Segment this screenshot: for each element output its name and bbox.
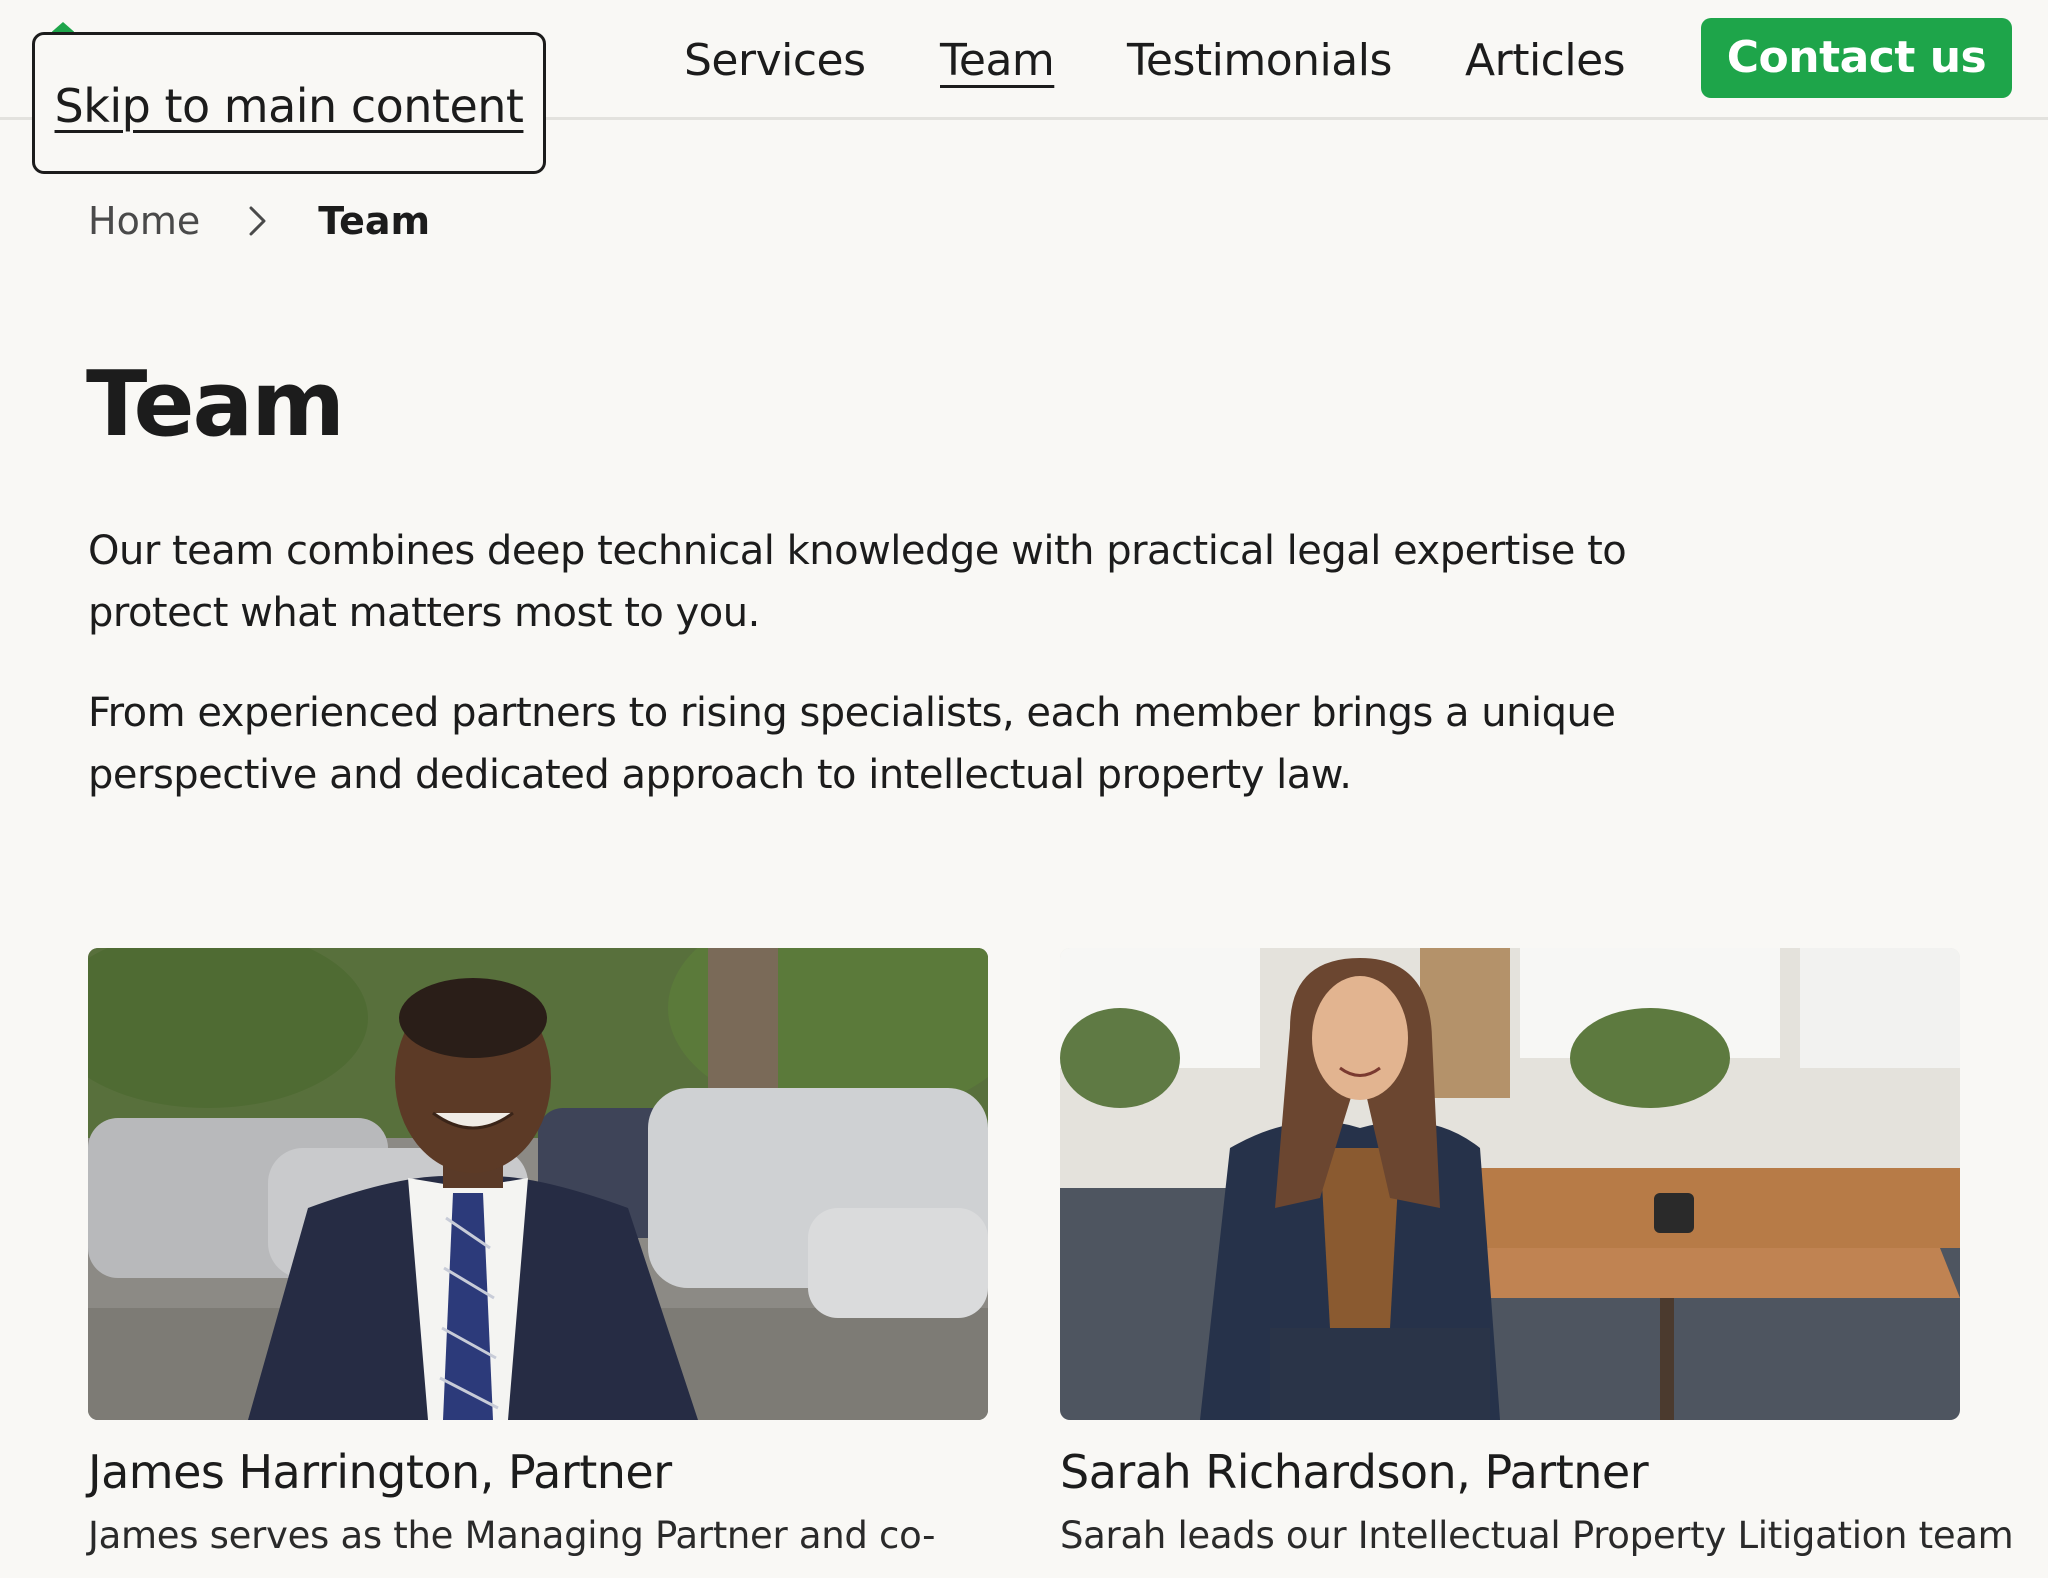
- page-title: Team: [86, 352, 345, 457]
- intro-text: Our team combines deep technical knowled…: [88, 520, 1648, 806]
- team-member-bio: James serves as the Managing Partner and…: [88, 1514, 936, 1557]
- breadcrumb: Home Team: [88, 196, 430, 246]
- contact-us-button[interactable]: Contact us: [1701, 18, 2012, 98]
- team-card-sarah[interactable]: Sarah Richardson, Partner Sarah leads ou…: [1060, 948, 2014, 1560]
- breadcrumb-home-link[interactable]: Home: [88, 196, 200, 246]
- team-member-name[interactable]: James Harrington, Partner: [88, 1444, 988, 1500]
- chevron-right-icon: [249, 206, 266, 236]
- team-card-james[interactable]: James Harrington, Partner James serves a…: [88, 948, 988, 1560]
- portrait-photo: [88, 948, 988, 1420]
- nav-item-team[interactable]: Team: [940, 28, 1055, 94]
- intro-paragraph-1: Our team combines deep technical knowled…: [88, 528, 1627, 636]
- team-photo-james[interactable]: [88, 948, 988, 1420]
- nav-item-services[interactable]: Services: [684, 28, 866, 94]
- intro-paragraph-2: From experienced partners to rising spec…: [88, 690, 1616, 798]
- team-photo-sarah[interactable]: [1060, 948, 1960, 1420]
- portrait-photo: [1060, 948, 1960, 1420]
- nav-item-articles[interactable]: Articles: [1465, 28, 1626, 94]
- team-member-bio: Sarah leads our Intellectual Property Li…: [1060, 1514, 2014, 1557]
- skip-to-content-link[interactable]: Skip to main content: [32, 32, 546, 174]
- nav-item-testimonials[interactable]: Testimonials: [1127, 28, 1392, 94]
- breadcrumb-current: Team: [318, 199, 431, 243]
- team-member-name[interactable]: Sarah Richardson, Partner: [1060, 1444, 1960, 1500]
